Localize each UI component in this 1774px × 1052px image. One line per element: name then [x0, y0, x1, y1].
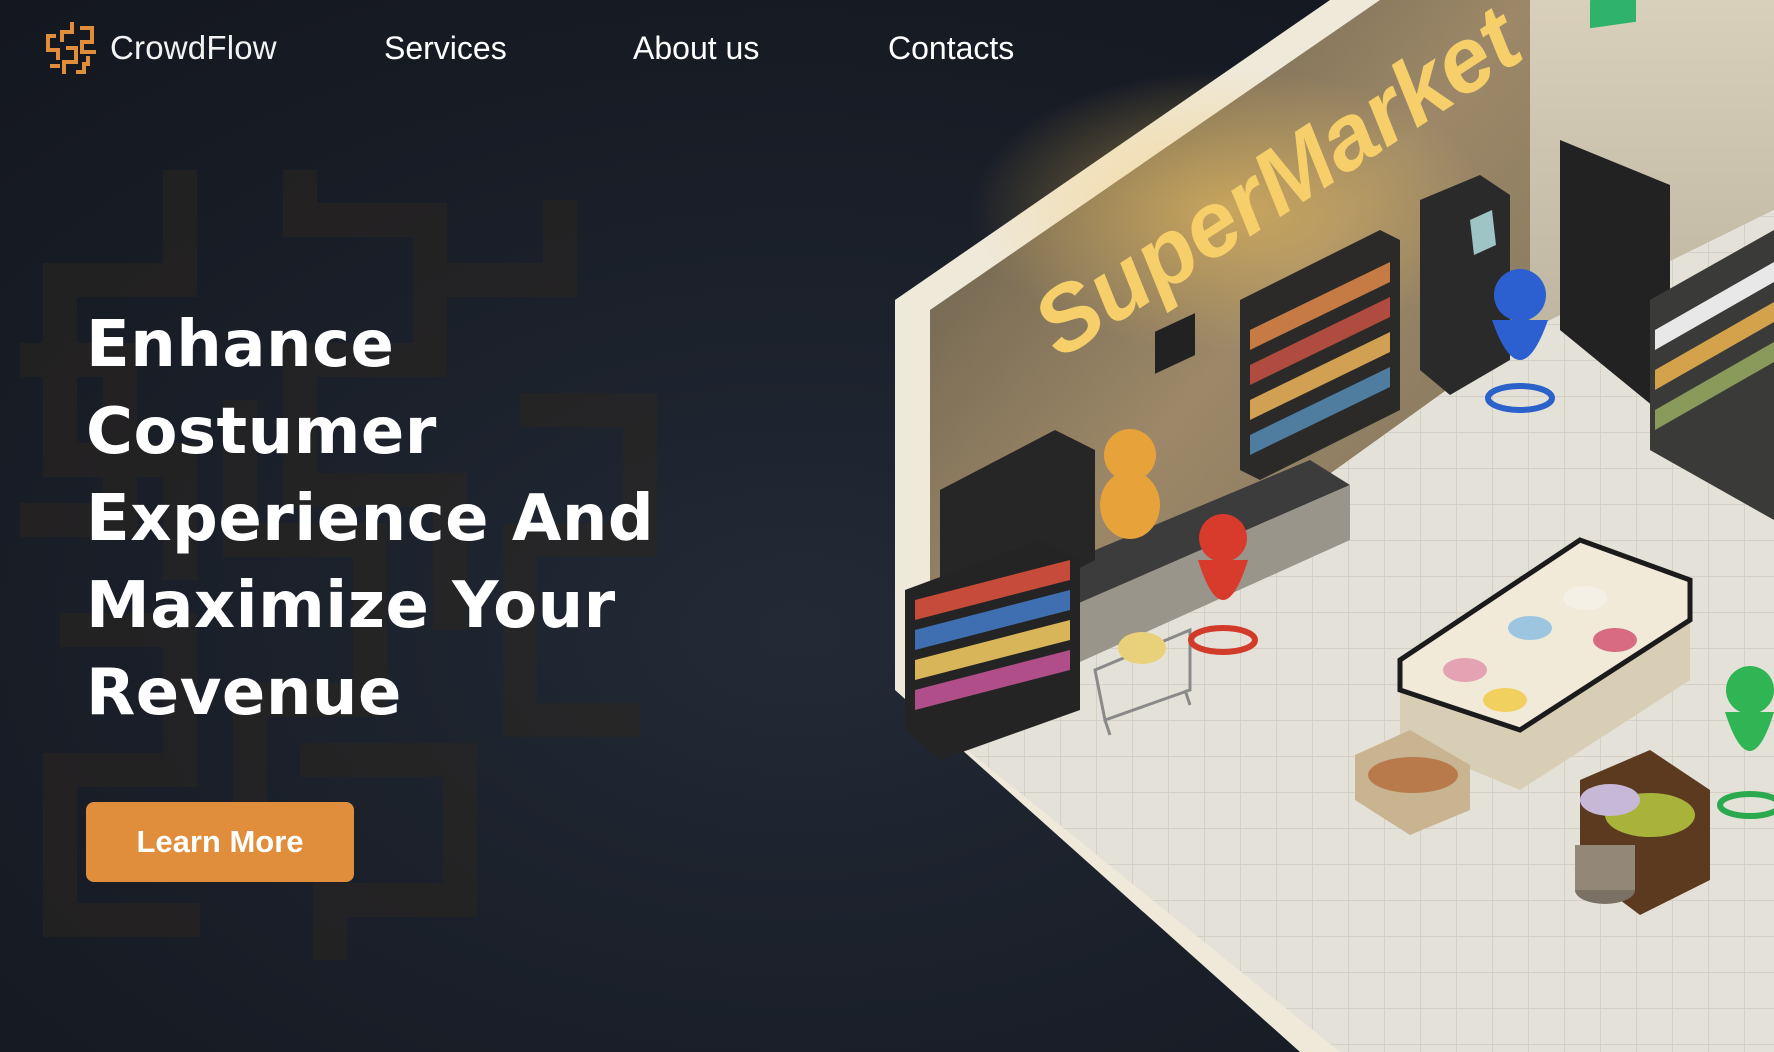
- person-yellow: [1100, 429, 1160, 539]
- nav-link-about-us[interactable]: About us: [633, 30, 759, 67]
- brand-name: CrowdFlow: [110, 29, 277, 66]
- hero-heading-line: Enhance: [86, 308, 395, 382]
- cake-in-cart: [1118, 632, 1166, 664]
- learn-more-button[interactable]: Learn More: [86, 802, 354, 882]
- potatoes: [1368, 757, 1458, 793]
- nav-link-services[interactable]: Services: [384, 30, 507, 67]
- supermarket-illustration: SuperMarket: [895, 0, 1774, 1052]
- onions: [1580, 784, 1640, 816]
- hero-heading-line: Experience And: [86, 482, 655, 556]
- hero-heading-line: Maximize Your: [86, 569, 616, 643]
- hero-heading-line: Costumer: [86, 395, 437, 469]
- maze-icon: [46, 22, 96, 74]
- hero-heading: Enhance Costumer Experience And Maximize…: [86, 302, 706, 737]
- brand-logo[interactable]: CrowdFlow: [42, 18, 277, 78]
- hero-heading-line: Revenue: [86, 656, 402, 730]
- trash-bin-body: [1575, 845, 1635, 890]
